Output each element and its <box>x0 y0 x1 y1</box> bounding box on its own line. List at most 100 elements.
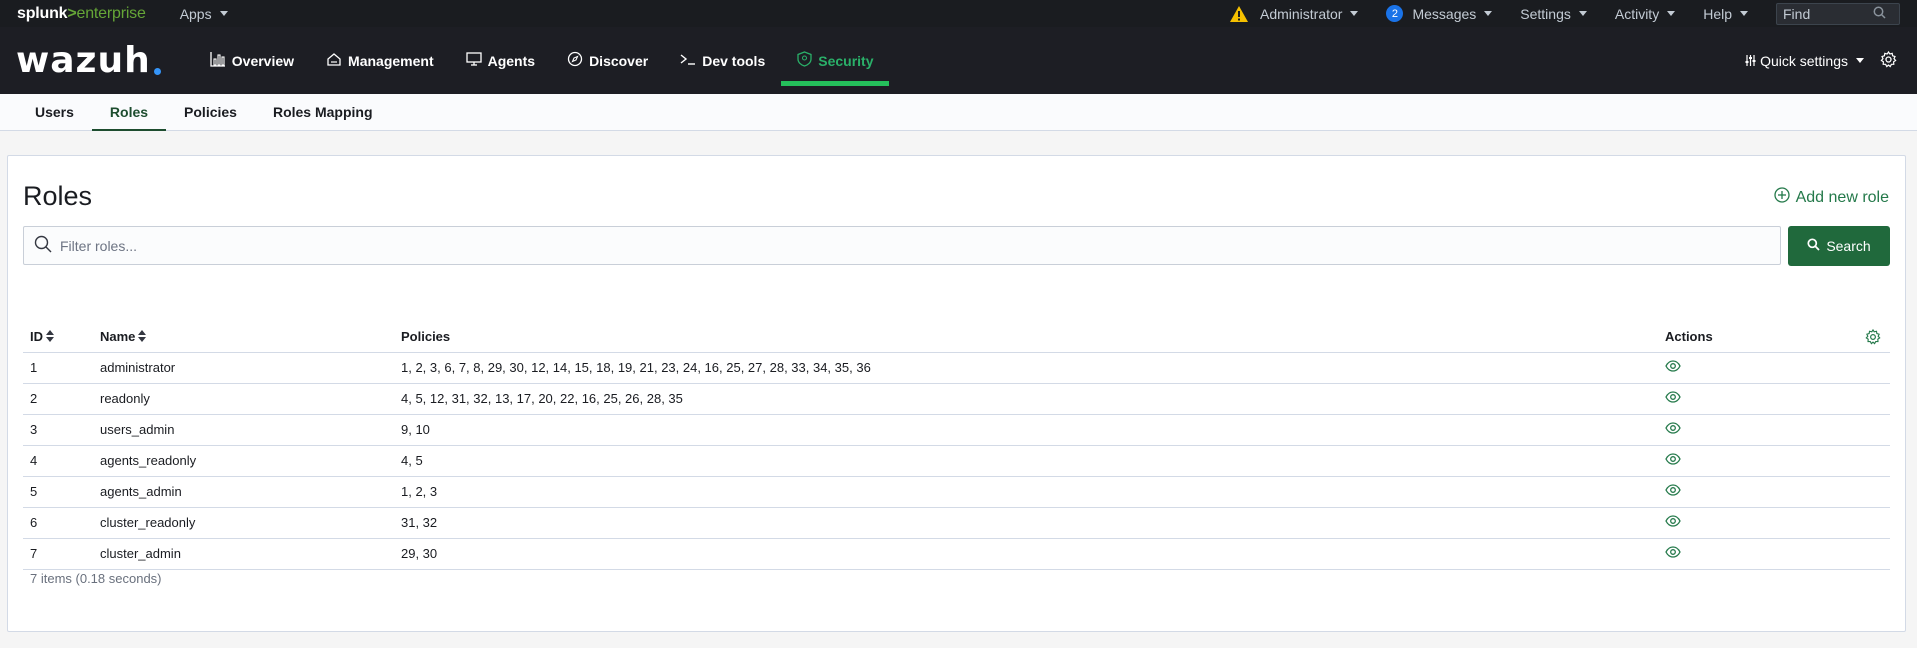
chart-icon <box>210 51 226 70</box>
search-button[interactable]: Search <box>1788 226 1890 266</box>
cell-id: 4 <box>23 445 93 477</box>
cell-policies: 4, 5, 12, 31, 32, 13, 17, 20, 22, 16, 25… <box>394 383 1658 415</box>
messages-menu[interactable]: 2 Messages <box>1386 5 1493 22</box>
eye-icon[interactable] <box>1665 391 1681 406</box>
column-header-id[interactable]: ID <box>23 322 93 353</box>
quick-settings-menu[interactable]: Quick settings <box>1745 53 1864 69</box>
roles-panel: Roles Add new role Search ID Name Polici… <box>7 155 1906 632</box>
table-row[interactable]: 4 agents_readonly 4, 5 <box>23 445 1890 477</box>
apps-label: Apps <box>179 5 212 22</box>
chevron-down-icon <box>1484 11 1493 16</box>
column-header-actions: Actions <box>1658 322 1890 353</box>
security-tabs: Users Roles Policies Roles Mapping <box>0 94 1917 131</box>
cell-name: agents_admin <box>93 476 394 508</box>
activity-menu[interactable]: Activity <box>1614 5 1676 22</box>
eye-icon[interactable] <box>1665 422 1681 437</box>
table-row[interactable]: 7 cluster_admin 29, 30 <box>23 538 1890 570</box>
table-row[interactable]: 3 users_admin 9, 10 <box>23 414 1890 446</box>
help-menu[interactable]: Help <box>1703 6 1748 22</box>
shield-icon <box>797 51 812 70</box>
chevron-down-icon <box>1350 11 1359 16</box>
tab-users[interactable]: Users <box>17 94 92 130</box>
settings-label: Settings <box>1520 5 1571 22</box>
column-header-name-label: Name <box>100 328 136 344</box>
wazuh-logo[interactable]: wazuh <box>16 27 161 94</box>
eye-icon[interactable] <box>1665 546 1681 561</box>
cell-actions <box>1658 476 1890 508</box>
wazuh-nav: Overview Management Agents Discover Dev … <box>194 27 890 94</box>
cell-actions <box>1658 445 1890 477</box>
table-row[interactable]: 2 readonly 4, 5, 12, 31, 32, 13, 17, 20, 2… <box>23 383 1890 415</box>
column-header-actions-label: Actions <box>1665 329 1713 345</box>
nav-overview[interactable]: Overview <box>194 27 310 94</box>
nav-agents[interactable]: Agents <box>450 27 551 94</box>
user-label: Administrator <box>1259 5 1343 22</box>
eye-icon[interactable] <box>1665 360 1681 375</box>
cell-name: cluster_admin <box>93 538 394 570</box>
sliders-icon <box>1745 53 1756 69</box>
cell-name: readonly <box>93 383 394 415</box>
chevron-down-icon <box>1856 58 1864 63</box>
cell-name: agents_readonly <box>93 445 394 477</box>
nav-dev-tools-label: Dev tools <box>702 52 766 69</box>
search-icon[interactable] <box>1873 6 1886 22</box>
roles-table: ID Name Policies Actions 1 administrator 1… <box>23 322 1890 570</box>
terminal-icon <box>680 52 696 69</box>
chevron-down-icon <box>1578 11 1587 16</box>
cell-policies: 1, 2, 3 <box>394 476 1658 508</box>
splunk-logo[interactable]: splunk>enterprise <box>17 5 146 23</box>
cloud-icon <box>326 52 342 69</box>
column-header-name[interactable]: Name <box>93 322 394 353</box>
cell-actions <box>1658 383 1890 415</box>
filter-roles-input[interactable] <box>60 237 1780 254</box>
nav-security-label: Security <box>818 52 874 69</box>
cell-name: administrator <box>93 352 394 384</box>
table-row[interactable]: 1 administrator 1, 2, 3, 6, 7, 8, 29, 30, … <box>23 352 1890 384</box>
gear-icon[interactable] <box>1865 328 1881 348</box>
settings-menu[interactable]: Settings <box>1520 6 1587 22</box>
table-row[interactable]: 5 agents_admin 1, 2, 3 <box>23 476 1890 508</box>
eye-icon[interactable] <box>1665 515 1681 530</box>
wazuh-header: wazuh Overview Management Agents Discove… <box>0 27 1917 94</box>
warning-icon <box>1229 5 1248 22</box>
search-button-label: Search <box>1826 238 1871 254</box>
help-label: Help <box>1703 5 1732 22</box>
eye-icon[interactable] <box>1665 484 1681 499</box>
nav-management[interactable]: Management <box>310 27 450 94</box>
tab-roles-mapping[interactable]: Roles Mapping <box>255 94 391 130</box>
chevron-down-icon <box>219 11 228 16</box>
column-header-id-label: ID <box>30 328 43 344</box>
cell-id: 2 <box>23 383 93 415</box>
nav-discover[interactable]: Discover <box>551 27 664 94</box>
search-icon <box>34 235 52 256</box>
cell-actions <box>1658 352 1890 384</box>
user-menu[interactable]: Administrator <box>1229 5 1359 22</box>
nav-dev-tools[interactable]: Dev tools <box>664 27 781 94</box>
cell-policies: 4, 5 <box>394 445 1658 477</box>
cell-id: 1 <box>23 352 93 384</box>
add-new-role-button[interactable]: Add new role <box>1773 187 1889 208</box>
page-title: Roles <box>23 181 93 211</box>
eye-icon[interactable] <box>1665 453 1681 468</box>
gear-icon[interactable] <box>1880 50 1897 71</box>
activity-label: Activity <box>1614 5 1660 22</box>
quick-settings-label: Quick settings <box>1760 52 1848 69</box>
tab-roles[interactable]: Roles <box>91 94 167 131</box>
search-icon <box>1807 238 1820 254</box>
apps-menu[interactable]: Apps <box>180 6 228 22</box>
nav-security[interactable]: Security <box>781 27 890 94</box>
find-input[interactable] <box>1783 5 1873 22</box>
find-box <box>1776 2 1900 25</box>
tab-policies[interactable]: Policies <box>166 94 255 130</box>
nav-agents-label: Agents <box>487 52 536 69</box>
filter-field <box>23 226 1781 265</box>
splunk-logo-enterprise: enterprise <box>76 4 146 22</box>
wazuh-logo-dot <box>153 68 161 75</box>
splunk-logo-main: splunk <box>17 4 68 22</box>
cell-actions <box>1658 507 1890 539</box>
table-row[interactable]: 6 cluster_readonly 31, 32 <box>23 507 1890 539</box>
nav-discover-label: Discover <box>589 52 649 69</box>
cell-id: 6 <box>23 507 93 539</box>
roles-table-body: 1 administrator 1, 2, 3, 6, 7, 8, 29, 30, … <box>23 352 1890 570</box>
sort-icon <box>138 329 147 345</box>
